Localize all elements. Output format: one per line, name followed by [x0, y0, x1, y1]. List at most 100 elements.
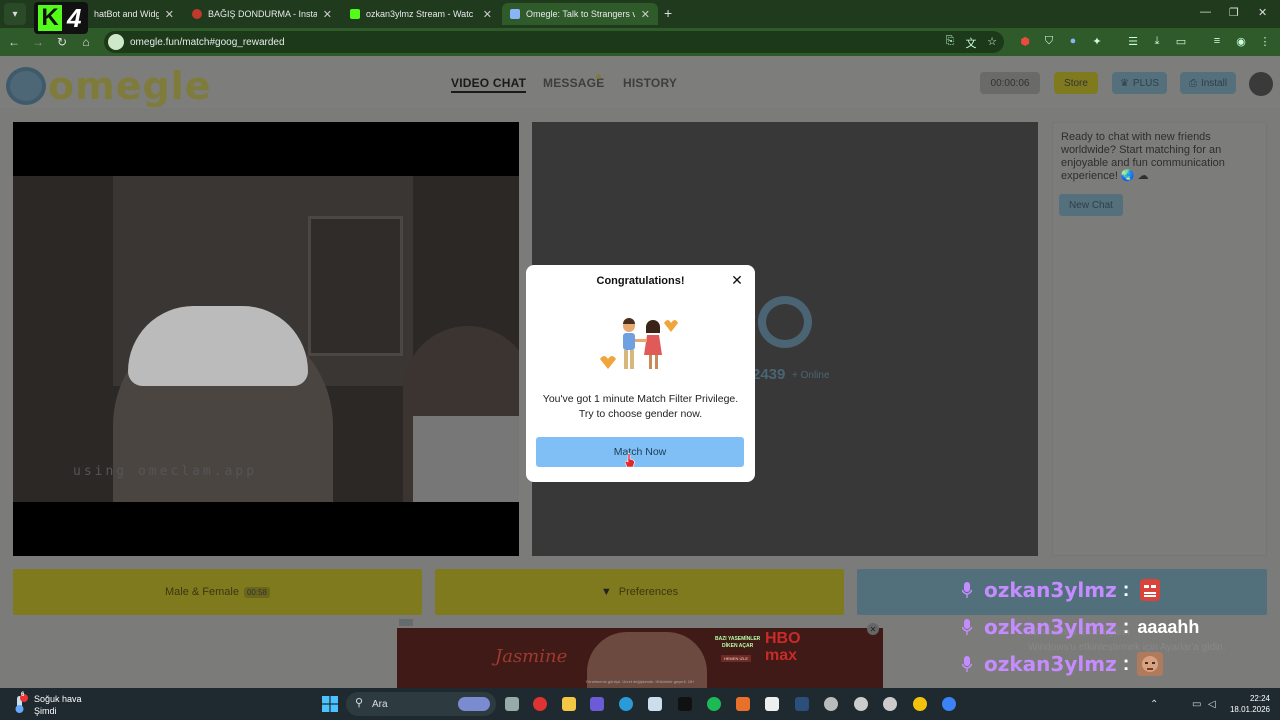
angry-emote-icon: [1140, 579, 1161, 601]
ad-tagline: DİKEN AÇAR: [722, 643, 754, 649]
app-icon[interactable]: [942, 697, 956, 711]
chrome-icon[interactable]: [913, 697, 927, 711]
volume-icon[interactable]: ◁: [1208, 699, 1216, 710]
kick-logo-letter: K: [38, 4, 62, 31]
extension-icon[interactable]: ●: [1066, 35, 1080, 49]
browser-tab-bagis[interactable]: BAĞIŞ DONDURMA - Instant Sc ✕: [184, 3, 340, 25]
teams-icon[interactable]: [590, 697, 604, 711]
site-header: omegle VIDEO CHAT MESSAGE HISTORY 00:00:…: [0, 56, 1280, 108]
cast-icon[interactable]: ▭: [1174, 35, 1188, 49]
ad-tagline: BAZI YASEMİNLER: [715, 636, 761, 642]
preferences-button[interactable]: ▼ Preferences: [435, 569, 844, 615]
microphone-icon: [962, 656, 972, 672]
browser-tab-omegle[interactable]: Omegle: Talk to Strangers v ✕: [502, 3, 658, 25]
app-icon[interactable]: [883, 697, 897, 711]
install-button[interactable]: ⎙ Install: [1180, 72, 1236, 94]
chat-username: ozkan3ylmz: [984, 578, 1117, 602]
app-icon[interactable]: [533, 697, 547, 711]
steam-icon[interactable]: [795, 697, 809, 711]
taskbar-search[interactable]: ⚲ Ara: [346, 692, 496, 716]
tab-close-icon[interactable]: ✕: [483, 8, 492, 21]
store-icon[interactable]: [648, 697, 662, 711]
tab-favicon-icon: [350, 9, 360, 19]
omegle-logo[interactable]: omegle: [6, 64, 211, 108]
tab-close-icon[interactable]: ✕: [165, 8, 174, 21]
network-icon[interactable]: ▭: [1192, 699, 1201, 710]
shield-icon[interactable]: ⛉: [1042, 35, 1056, 49]
tab-close-icon[interactable]: ✕: [641, 8, 650, 21]
omegle-logo-icon: [6, 67, 46, 105]
reload-icon[interactable]: ↻: [50, 35, 74, 49]
chat-separator: :: [1122, 578, 1130, 601]
video-window-shape: [308, 216, 403, 356]
chat-separator: :: [1122, 652, 1130, 675]
home-icon[interactable]: ⌂: [74, 35, 98, 49]
ad-close-icon[interactable]: ✕: [867, 623, 879, 635]
install-label: Install: [1200, 77, 1228, 89]
side-panel: Ready to chat with new friends worldwide…: [1052, 122, 1267, 556]
window-close-icon[interactable]: ✕: [1258, 6, 1267, 19]
weather-subtitle: Şimdi: [34, 706, 57, 716]
browser-tab-chatbot[interactable]: hatBot and Widgets ✕: [86, 3, 182, 25]
edge-icon[interactable]: [619, 697, 633, 711]
tab-message[interactable]: MESSAGE: [543, 76, 604, 90]
tab-close-icon[interactable]: ✕: [323, 8, 332, 21]
file-explorer-icon[interactable]: [562, 697, 576, 711]
site-info-icon[interactable]: [108, 34, 124, 50]
avatar[interactable]: [1249, 72, 1273, 96]
extension-icon[interactable]: ⬢: [1018, 35, 1032, 49]
new-chat-button[interactable]: New Chat: [1059, 194, 1123, 216]
tab-history[interactable]: HISTORY: [623, 76, 677, 90]
weather-icon[interactable]: [12, 694, 28, 714]
back-arrow-icon[interactable]: ←: [2, 35, 26, 49]
windows-start-icon[interactable]: [322, 696, 338, 712]
ad-cta: HEMEN İZLE: [721, 655, 752, 662]
reading-list-icon[interactable]: ≡: [1210, 35, 1224, 49]
tray-expand-icon[interactable]: ⌃: [1150, 699, 1158, 710]
weather-widget[interactable]: Soğuk hava Şimdi: [34, 693, 82, 717]
tiktok-icon[interactable]: [678, 697, 692, 711]
preferences-label: Preferences: [618, 586, 679, 598]
download-icon[interactable]: ⤓: [1150, 35, 1164, 49]
match-now-button[interactable]: Match Now: [536, 437, 744, 467]
settings-gear-icon[interactable]: [824, 697, 838, 711]
store-button[interactable]: Store: [1054, 72, 1098, 94]
app-icon[interactable]: [736, 697, 750, 711]
search-icon: ⚲: [355, 697, 364, 709]
gender-filter-button[interactable]: Male & Female 00:58: [13, 569, 422, 615]
tab-list-button[interactable]: ▾: [4, 3, 26, 25]
search-placeholder: Ara: [372, 698, 388, 710]
app-icon[interactable]: [854, 697, 868, 711]
forward-arrow-icon[interactable]: →: [26, 35, 50, 49]
install-icon: ⎙: [1188, 77, 1197, 89]
restore-icon[interactable]: ❐: [1229, 6, 1239, 19]
modal-close-icon[interactable]: ✕: [730, 273, 744, 287]
spotify-icon[interactable]: [707, 697, 721, 711]
chat-separator: :: [1122, 615, 1130, 638]
minimize-icon[interactable]: —: [1200, 6, 1211, 18]
microphone-icon: [962, 582, 972, 598]
profile-icon[interactable]: ◉: [1234, 35, 1248, 49]
message-notification-dot: [596, 74, 601, 79]
bookmark-star-icon[interactable]: ☆: [985, 35, 999, 49]
task-view-icon[interactable]: [505, 697, 519, 711]
address-bar[interactable]: omegle.fun/match#goog_rewarded: [104, 31, 1004, 53]
menu-kebab-icon[interactable]: ⋮: [1258, 35, 1272, 49]
app-icon[interactable]: [765, 697, 779, 711]
face-emote-icon: [1137, 652, 1164, 676]
install-app-icon[interactable]: ⎘: [943, 35, 957, 49]
tab-video-chat[interactable]: VIDEO CHAT: [451, 76, 527, 93]
translate-icon[interactable]: 文: [964, 35, 978, 50]
new-tab-plus-icon[interactable]: +: [664, 5, 672, 21]
puzzle-icon[interactable]: ✦: [1090, 35, 1104, 49]
weather-title: Soğuk hava: [34, 694, 82, 704]
plus-label: PLUS: [1132, 77, 1160, 89]
tab-favicon-icon: [510, 9, 520, 19]
tab-groups-icon[interactable]: ☰: [1126, 35, 1140, 49]
system-clock[interactable]: 22:24 18.01.2026: [1228, 693, 1270, 715]
video-watermark: using omeclam.app: [73, 464, 258, 479]
ad-banner[interactable]: Jasmine BAZI YASEMİNLER DİKEN AÇAR HEMEN…: [397, 628, 883, 688]
plus-button[interactable]: ♛ PLUS: [1112, 72, 1167, 94]
ad-brand-logo: HBO max: [765, 630, 801, 664]
browser-tab-stream[interactable]: ozkan3ylmz Stream - Watc ✕: [342, 3, 500, 25]
